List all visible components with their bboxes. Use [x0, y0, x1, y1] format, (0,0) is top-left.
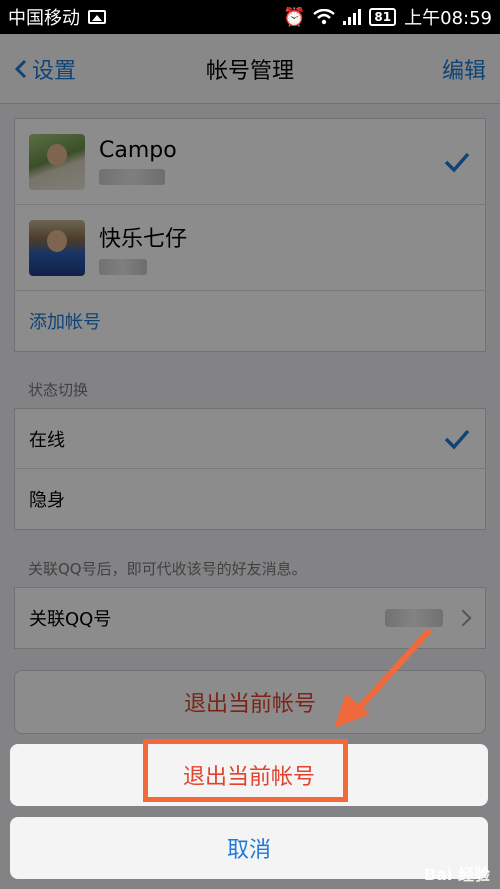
watermark: Bai 经验: [423, 865, 490, 884]
highlight-box: [143, 739, 348, 802]
status-icons: ⏰ 81 上午08:59: [283, 4, 492, 30]
carrier-label: 中国移动: [8, 8, 80, 29]
cancel-button[interactable]: 取消: [10, 817, 488, 879]
alarm-icon: ⏰: [283, 6, 306, 28]
signal-icon: [343, 9, 362, 25]
wifi-icon: [313, 9, 336, 25]
battery-icon: 81: [369, 8, 397, 26]
status-bar: 中国移动 ⏰ 81 上午08:59: [0, 0, 500, 34]
clock: 上午08:59: [404, 8, 492, 29]
image-notification-icon: [88, 10, 106, 24]
carrier-group: 中国移动: [8, 4, 106, 30]
